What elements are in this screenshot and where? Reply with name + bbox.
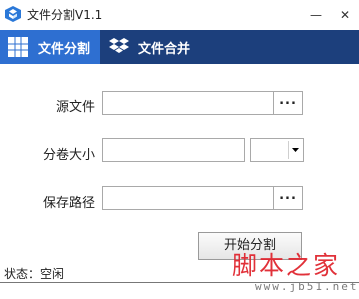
tab-file-merge[interactable]: 文件合并 <box>102 30 222 64</box>
volume-size-input[interactable] <box>102 138 245 162</box>
source-file-input[interactable] <box>102 91 274 115</box>
close-button[interactable]: ✕ <box>331 0 359 30</box>
tab-file-split[interactable]: 文件分割 <box>0 30 100 64</box>
title-bar: 文件分割V1.1 — ✕ <box>0 0 359 30</box>
source-file-label: 源文件 <box>56 100 96 115</box>
grid-icon <box>8 37 28 57</box>
watermark-cn-text: 脚本之家 <box>232 251 341 280</box>
window-title: 文件分割V1.1 <box>27 8 103 22</box>
save-path-input[interactable] <box>102 186 274 210</box>
tab-file-split-label: 文件分割 <box>38 42 91 57</box>
dropdown-arrow-icon <box>288 141 302 159</box>
dropbox-icon <box>109 38 129 53</box>
size-unit-select[interactable] <box>250 138 304 162</box>
app-window: 文件分割V1.1 — ✕ 文件分割 文件合并 源文件 ... 分卷大小 保存路径… <box>0 0 359 299</box>
save-path-browse-button[interactable]: ... <box>273 186 303 210</box>
save-path-label: 保存路径 <box>43 196 96 211</box>
volume-size-label: 分卷大小 <box>43 148 96 163</box>
source-file-browse-button[interactable]: ... <box>273 91 303 115</box>
watermark: 脚本之家 www.jb51.net <box>232 246 357 298</box>
dropbox-box-icon <box>5 6 21 22</box>
status-text: 状态：空闲 <box>4 267 65 281</box>
tab-file-merge-label: 文件合并 <box>138 42 191 57</box>
minimize-button[interactable]: — <box>302 0 330 30</box>
watermark-url-text: www.jb51.net <box>255 280 359 293</box>
tab-bar: 文件分割 文件合并 <box>0 30 359 64</box>
